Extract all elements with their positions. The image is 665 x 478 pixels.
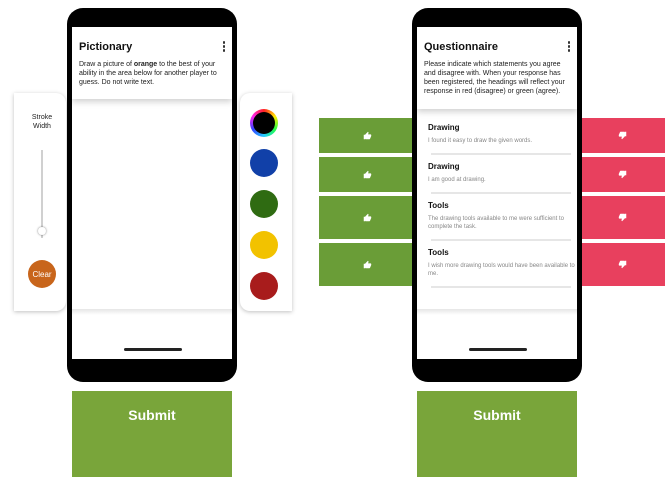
statement-item-2: Drawing I am good at drawing. bbox=[417, 157, 577, 192]
statement-heading: Tools bbox=[428, 201, 449, 210]
instructions-text-1: Draw a picture of bbox=[79, 61, 134, 68]
questionnaire-phone: Questionnaire Please indicate which stat… bbox=[412, 8, 582, 382]
stroke-width-slider-thumb[interactable] bbox=[38, 227, 46, 235]
agree-button-2[interactable] bbox=[319, 157, 415, 192]
canvas-bottom-edge bbox=[72, 309, 232, 315]
color-palette-panel bbox=[240, 93, 292, 311]
home-indicator[interactable] bbox=[124, 348, 182, 351]
statement-divider bbox=[431, 192, 571, 194]
page-title: Pictionary bbox=[79, 41, 133, 53]
disagree-button-3[interactable] bbox=[580, 196, 665, 239]
thumbs-down-icon bbox=[618, 170, 627, 179]
stroke-width-panel: Stroke Width Clear bbox=[14, 93, 66, 311]
stroke-width-slider-track[interactable] bbox=[41, 150, 43, 238]
color-swatch-blue[interactable] bbox=[250, 149, 278, 177]
color-swatch-green[interactable] bbox=[250, 190, 278, 218]
statement-item-3: Tools The drawing tools available to me … bbox=[417, 196, 577, 239]
kebab-menu-icon[interactable] bbox=[221, 41, 227, 53]
statement-item-4: Tools I wish more drawing tools would ha… bbox=[417, 243, 577, 286]
disagree-button-4[interactable] bbox=[580, 243, 665, 286]
pictionary-phone: Pictionary Draw a picture of orange to t… bbox=[67, 8, 237, 382]
thumbs-up-icon bbox=[363, 170, 371, 179]
list-bottom-edge bbox=[417, 309, 577, 315]
statement-heading: Drawing bbox=[428, 123, 460, 132]
stroke-width-label: Stroke Width bbox=[31, 114, 53, 130]
agree-button-4[interactable] bbox=[319, 243, 415, 286]
color-swatch-yellow[interactable] bbox=[250, 231, 278, 259]
statement-divider bbox=[431, 286, 571, 288]
statement-text: I am good at drawing. bbox=[428, 177, 486, 183]
statement-item-1: Drawing I found it easy to draw the give… bbox=[417, 118, 577, 153]
thumbs-up-icon bbox=[363, 260, 371, 269]
pictionary-screen: Pictionary Draw a picture of orange to t… bbox=[72, 27, 232, 359]
agree-button-1[interactable] bbox=[319, 118, 415, 153]
statement-text: The drawing tools available to me were s… bbox=[428, 216, 564, 230]
thumbs-up-icon bbox=[363, 131, 371, 140]
kebab-menu-icon[interactable] bbox=[566, 41, 572, 53]
pictionary-submit-button[interactable]: Submit bbox=[72, 391, 232, 477]
questionnaire-screen: Questionnaire Please indicate which stat… bbox=[417, 27, 577, 359]
clear-button[interactable]: Clear bbox=[28, 260, 56, 288]
disagree-button-1[interactable] bbox=[580, 118, 665, 153]
disagree-button-2[interactable] bbox=[580, 157, 665, 192]
pictionary-instructions: Draw a picture of orange to the best of … bbox=[79, 60, 229, 87]
home-indicator[interactable] bbox=[469, 348, 527, 351]
statement-heading: Drawing bbox=[428, 162, 460, 171]
statement-text: I found it easy to draw the given words. bbox=[428, 138, 533, 144]
statement-text: I wish more drawing tools would have bee… bbox=[428, 263, 575, 277]
color-swatch-red[interactable] bbox=[250, 272, 278, 300]
drawing-canvas[interactable] bbox=[72, 99, 232, 309]
page-title: Questionnaire bbox=[424, 41, 498, 53]
thumbs-down-icon bbox=[618, 260, 627, 269]
questionnaire-instructions: Please indicate which statements you agr… bbox=[424, 61, 565, 95]
color-swatch-black-inner bbox=[253, 112, 275, 134]
pictionary-header: Pictionary Draw a picture of orange to t… bbox=[72, 27, 232, 99]
statement-divider bbox=[431, 153, 571, 155]
questionnaire-submit-button[interactable]: Submit bbox=[417, 391, 577, 477]
statement-divider bbox=[431, 239, 571, 241]
thumbs-down-icon bbox=[618, 213, 627, 222]
thumbs-up-icon bbox=[363, 213, 371, 222]
target-word: orange bbox=[133, 61, 158, 68]
color-swatch-black[interactable] bbox=[250, 109, 278, 137]
thumbs-down-icon bbox=[618, 131, 627, 140]
agree-button-3[interactable] bbox=[319, 196, 415, 239]
questionnaire-header: Questionnaire Please indicate which stat… bbox=[417, 27, 577, 109]
statement-heading: Tools bbox=[428, 248, 449, 257]
